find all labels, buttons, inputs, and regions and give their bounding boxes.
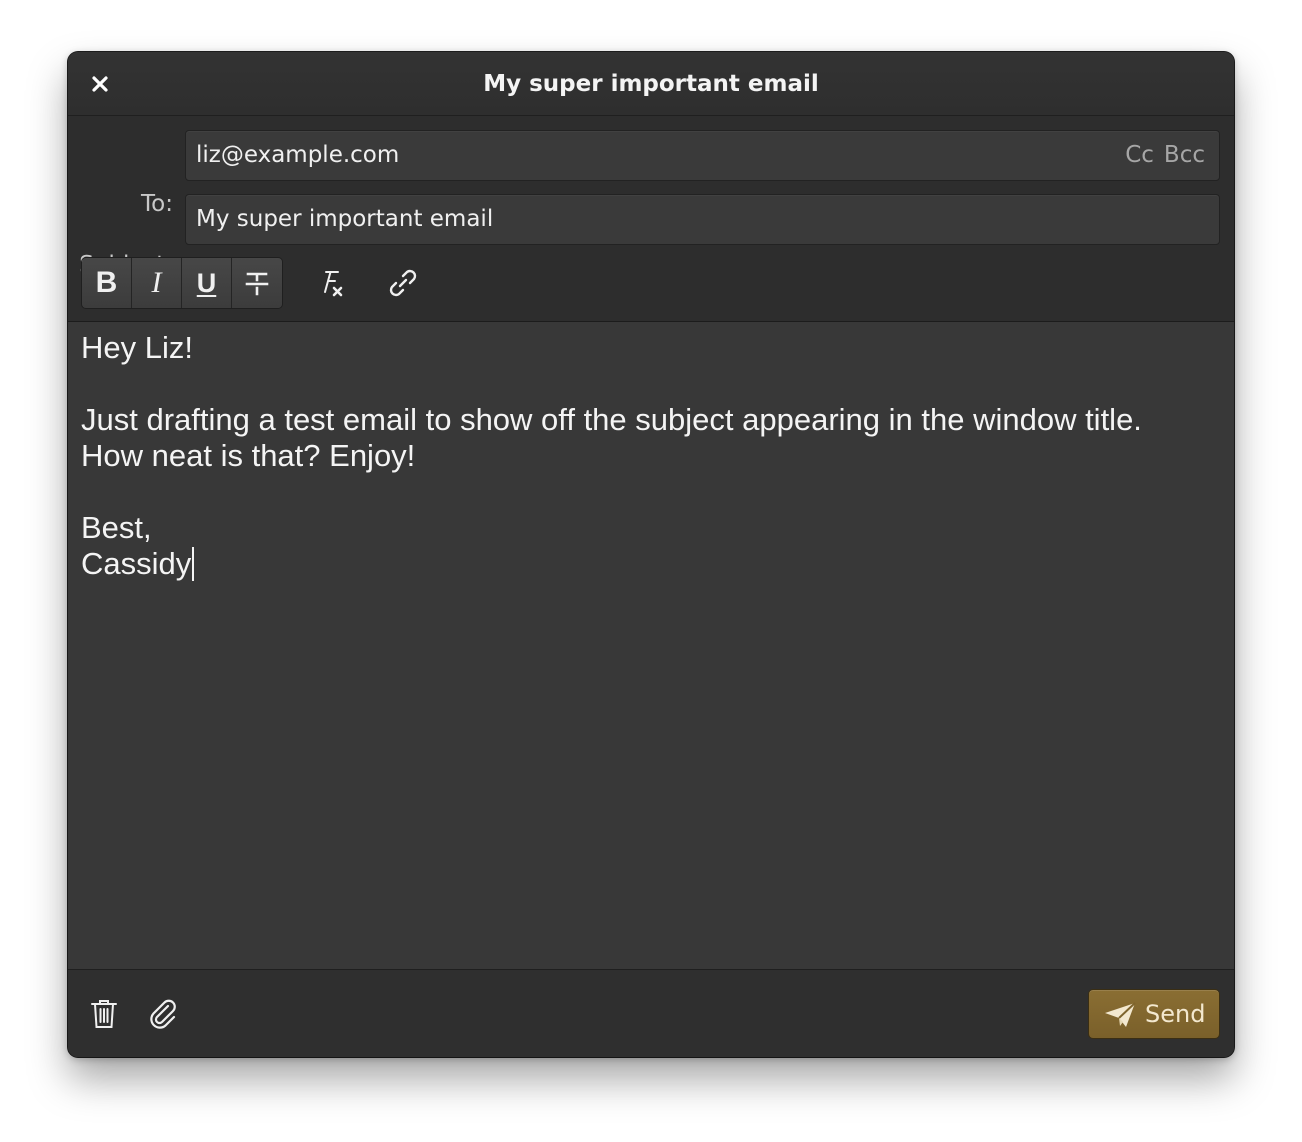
compose-footer: Send (68, 969, 1234, 1057)
strikethrough-button[interactable] (232, 258, 282, 308)
send-label: Send (1145, 1000, 1206, 1028)
to-field[interactable]: liz@example.com Cc Bcc (185, 130, 1220, 181)
send-icon (1105, 1002, 1136, 1027)
bold-button[interactable]: B (82, 258, 132, 308)
window-title: My super important email (483, 71, 819, 97)
strikethrough-icon (245, 272, 269, 296)
attach-button[interactable] (144, 994, 184, 1034)
bcc-link[interactable]: Bcc (1164, 142, 1205, 168)
message-body[interactable]: Hey Liz! Just drafting a test email to s… (68, 322, 1234, 969)
to-value: liz@example.com (196, 142, 400, 168)
trash-icon (91, 1000, 117, 1028)
cc-link[interactable]: Cc (1125, 142, 1154, 168)
to-label: To: (141, 191, 173, 217)
compose-window: My super important email To: liz@example… (68, 52, 1234, 1057)
format-button-group: B I U (81, 257, 283, 309)
title-bar: My super important email (68, 52, 1234, 116)
insert-link-button[interactable] (381, 261, 425, 305)
send-button[interactable]: Send (1088, 989, 1220, 1039)
subject-field[interactable]: My super important email (185, 194, 1220, 245)
message-text: Hey Liz! Just drafting a test email to s… (81, 330, 1142, 582)
clear-formatting-button[interactable] (310, 261, 354, 305)
link-icon (389, 269, 417, 297)
clear-formatting-icon (324, 271, 343, 297)
message-text-content: Hey Liz! Just drafting a test email to s… (81, 330, 1142, 581)
subject-value: My super important email (196, 206, 494, 232)
cc-bcc-links: Cc Bcc (1115, 131, 1205, 180)
italic-button[interactable]: I (132, 258, 182, 308)
delete-button[interactable] (84, 994, 124, 1034)
paperclip-icon (150, 999, 176, 1029)
text-caret (192, 547, 195, 581)
compose-header: To: liz@example.com CcBcc Subject: My su… (68, 116, 1234, 322)
underline-button[interactable]: U (182, 258, 232, 308)
